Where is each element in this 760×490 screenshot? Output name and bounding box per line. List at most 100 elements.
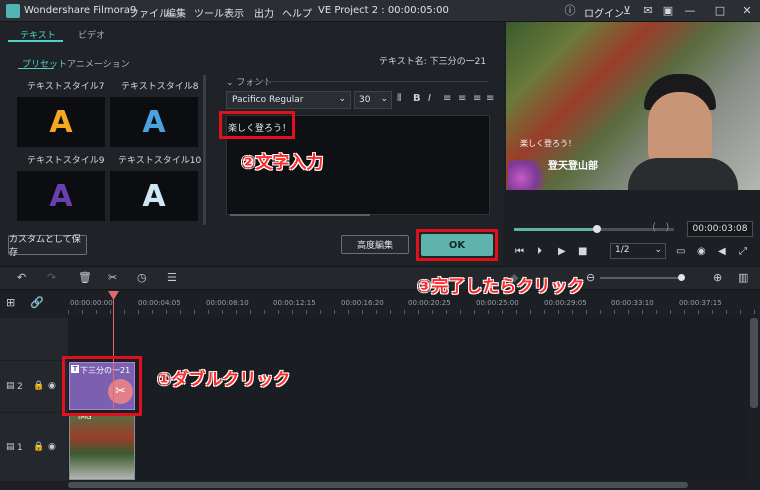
justify-icon[interactable]: ≡ — [486, 93, 494, 104]
step2-highlight-box — [219, 111, 295, 139]
menu-file[interactable]: ファイル — [129, 5, 169, 20]
cut-icon[interactable]: ✂ — [108, 271, 117, 284]
timeline-zoom-track[interactable] — [600, 277, 685, 279]
timeline-horizontal-scrollbar[interactable] — [68, 482, 688, 488]
preview-zoom-value: 1/2 — [615, 245, 630, 255]
tab-video[interactable]: ビデオ — [78, 28, 105, 41]
track-lane-1[interactable] — [68, 413, 750, 481]
empty-track-lane[interactable] — [68, 318, 750, 360]
step3-highlight-box — [416, 229, 498, 261]
preview-overlay-text[interactable]: 楽しく登ろう！ — [520, 138, 576, 149]
style-glyph-9: A — [49, 178, 73, 214]
maximize-icon[interactable]: □ — [713, 4, 727, 18]
align-right-icon[interactable]: ≡ — [473, 93, 481, 104]
style-label-7: テキストスタイル7 — [27, 82, 105, 92]
display-icon[interactable]: ▭ — [676, 246, 685, 257]
eye-icon[interactable]: ◉ — [48, 381, 56, 391]
style-label-8: テキストスタイル8 — [121, 82, 199, 92]
eye-icon[interactable]: ◉ — [48, 442, 56, 452]
preview-seek-progress — [514, 228, 598, 231]
link-icon[interactable]: 🔗 — [30, 296, 44, 309]
ruler-time: 00:00:00:00 — [70, 299, 113, 307]
menu-tools[interactable]: ツール — [194, 5, 224, 20]
redo-icon[interactable]: ↷ — [47, 271, 56, 284]
font-section-text: フォント — [236, 78, 273, 88]
preview-zoom-select[interactable]: 1/2 ⌄ — [610, 243, 666, 259]
text-name-label: テキスト名: 下三分の一21 — [379, 57, 487, 67]
align-center-icon[interactable]: ≡ — [458, 93, 466, 104]
chevron-down-icon: ⌄ — [338, 94, 346, 104]
speed-icon[interactable]: ◷ — [137, 271, 147, 284]
preview-seek-handle[interactable] — [593, 225, 602, 233]
ruler-time: 00:00:12:15 — [273, 299, 316, 307]
menu-help[interactable]: ヘルプ — [282, 5, 312, 20]
adjust-icon[interactable]: ☰ — [167, 271, 177, 284]
ruler-time: 00:00:04:05 — [138, 299, 181, 307]
active-subtab-indicator — [18, 68, 54, 69]
style-list-scrollbar[interactable] — [203, 75, 206, 225]
volume-icon[interactable]: ◀ — [718, 246, 726, 257]
font-family-select[interactable]: Pacifico Regular ⌄ — [226, 91, 351, 109]
subtab-animation[interactable]: アニメーション — [67, 57, 130, 70]
font-family-value: Pacifico Regular — [232, 95, 304, 105]
ruler-time: 00:00:33:10 — [611, 299, 654, 307]
step-icon[interactable]: ⏵ — [537, 246, 542, 257]
zoom-in-icon[interactable]: ⊕ — [713, 271, 722, 284]
undo-icon[interactable]: ↶ — [17, 271, 26, 284]
text-spacing-icon[interactable]: ⦀ — [397, 93, 401, 104]
step1-annotation: ①ダブルクリック — [157, 370, 291, 390]
fullscreen-icon[interactable]: ⤢ — [739, 246, 747, 257]
lock-icon[interactable]: 🔒 — [33, 442, 44, 452]
ruler-ticks — [68, 310, 758, 314]
stop-icon[interactable]: ■ — [578, 246, 587, 257]
advanced-edit-button[interactable]: 高度編集 — [341, 235, 409, 254]
film-icon: ▤ — [6, 381, 15, 391]
title-overlay-graphic — [508, 160, 552, 190]
columns-icon[interactable]: ▥ — [738, 271, 748, 284]
menu-edit[interactable]: 編集 — [166, 5, 186, 20]
menu-view[interactable]: 表示 — [224, 5, 244, 20]
align-left-icon[interactable]: ≡ — [443, 93, 451, 104]
style-thumb-7[interactable]: A — [17, 97, 105, 147]
mark-in-out-icon[interactable]: ⟨ ⟩ — [652, 222, 669, 233]
skip-back-icon[interactable]: ⏮ — [515, 246, 524, 257]
zoom-out-icon[interactable]: ⊖ — [586, 271, 595, 284]
font-size-select[interactable]: 30 ⌄ — [354, 91, 392, 109]
bold-icon[interactable]: B — [413, 93, 421, 104]
ruler-time: 00:00:16:20 — [341, 299, 384, 307]
project-title: VE Project 2 : 00:00:05:00 — [318, 5, 449, 16]
ruler-time: 00:00:37:15 — [679, 299, 722, 307]
active-tab-indicator — [8, 40, 63, 42]
text-area-scrollbar[interactable] — [230, 214, 370, 216]
ruler-time: 00:00:25:00 — [476, 299, 519, 307]
style-thumb-10[interactable]: A — [110, 171, 198, 221]
add-track-icon[interactable]: ⊞ — [6, 296, 15, 309]
save-icon[interactable]: ▣ — [661, 4, 675, 18]
lock-icon[interactable]: 🔒 — [33, 381, 44, 391]
login-link[interactable]: ログイン — [584, 5, 624, 20]
style-label-9: テキストスタイル9 — [27, 156, 105, 166]
timeline-zoom-handle[interactable] — [678, 274, 685, 281]
step2-annotation: ②文字入力 — [241, 153, 324, 173]
cart-icon[interactable]: ⊻ — [620, 4, 634, 18]
filmora-logo-icon — [6, 4, 20, 18]
app-name: Wondershare Filmora9 — [24, 5, 137, 16]
info-icon[interactable]: ⓘ — [563, 4, 577, 18]
style-thumb-8[interactable]: A — [110, 97, 198, 147]
video-clip[interactable] — [69, 414, 135, 480]
chevron-down-icon: ⌄ — [654, 245, 662, 255]
close-icon[interactable]: ✕ — [740, 4, 754, 18]
minimize-icon[interactable]: — — [683, 4, 697, 18]
play-icon[interactable]: ▶ — [558, 246, 566, 257]
save-as-custom-button[interactable]: カスタムとして保存 — [8, 235, 87, 258]
style-label-10: テキストスタイル10 — [118, 156, 202, 166]
preview-overlay-name: 登天登山部 — [548, 161, 598, 172]
timeline-vertical-scrollbar[interactable] — [750, 318, 758, 408]
delete-icon[interactable]: 🗑 — [78, 271, 92, 284]
snapshot-icon[interactable]: ◉ — [697, 246, 706, 257]
menu-export[interactable]: 出力 — [254, 5, 274, 20]
style-thumb-9[interactable]: A — [17, 171, 105, 221]
preview-timecode: 00:00:03:08 — [687, 221, 753, 237]
italic-icon[interactable]: I — [428, 93, 431, 104]
mail-icon[interactable]: ✉ — [641, 4, 655, 18]
